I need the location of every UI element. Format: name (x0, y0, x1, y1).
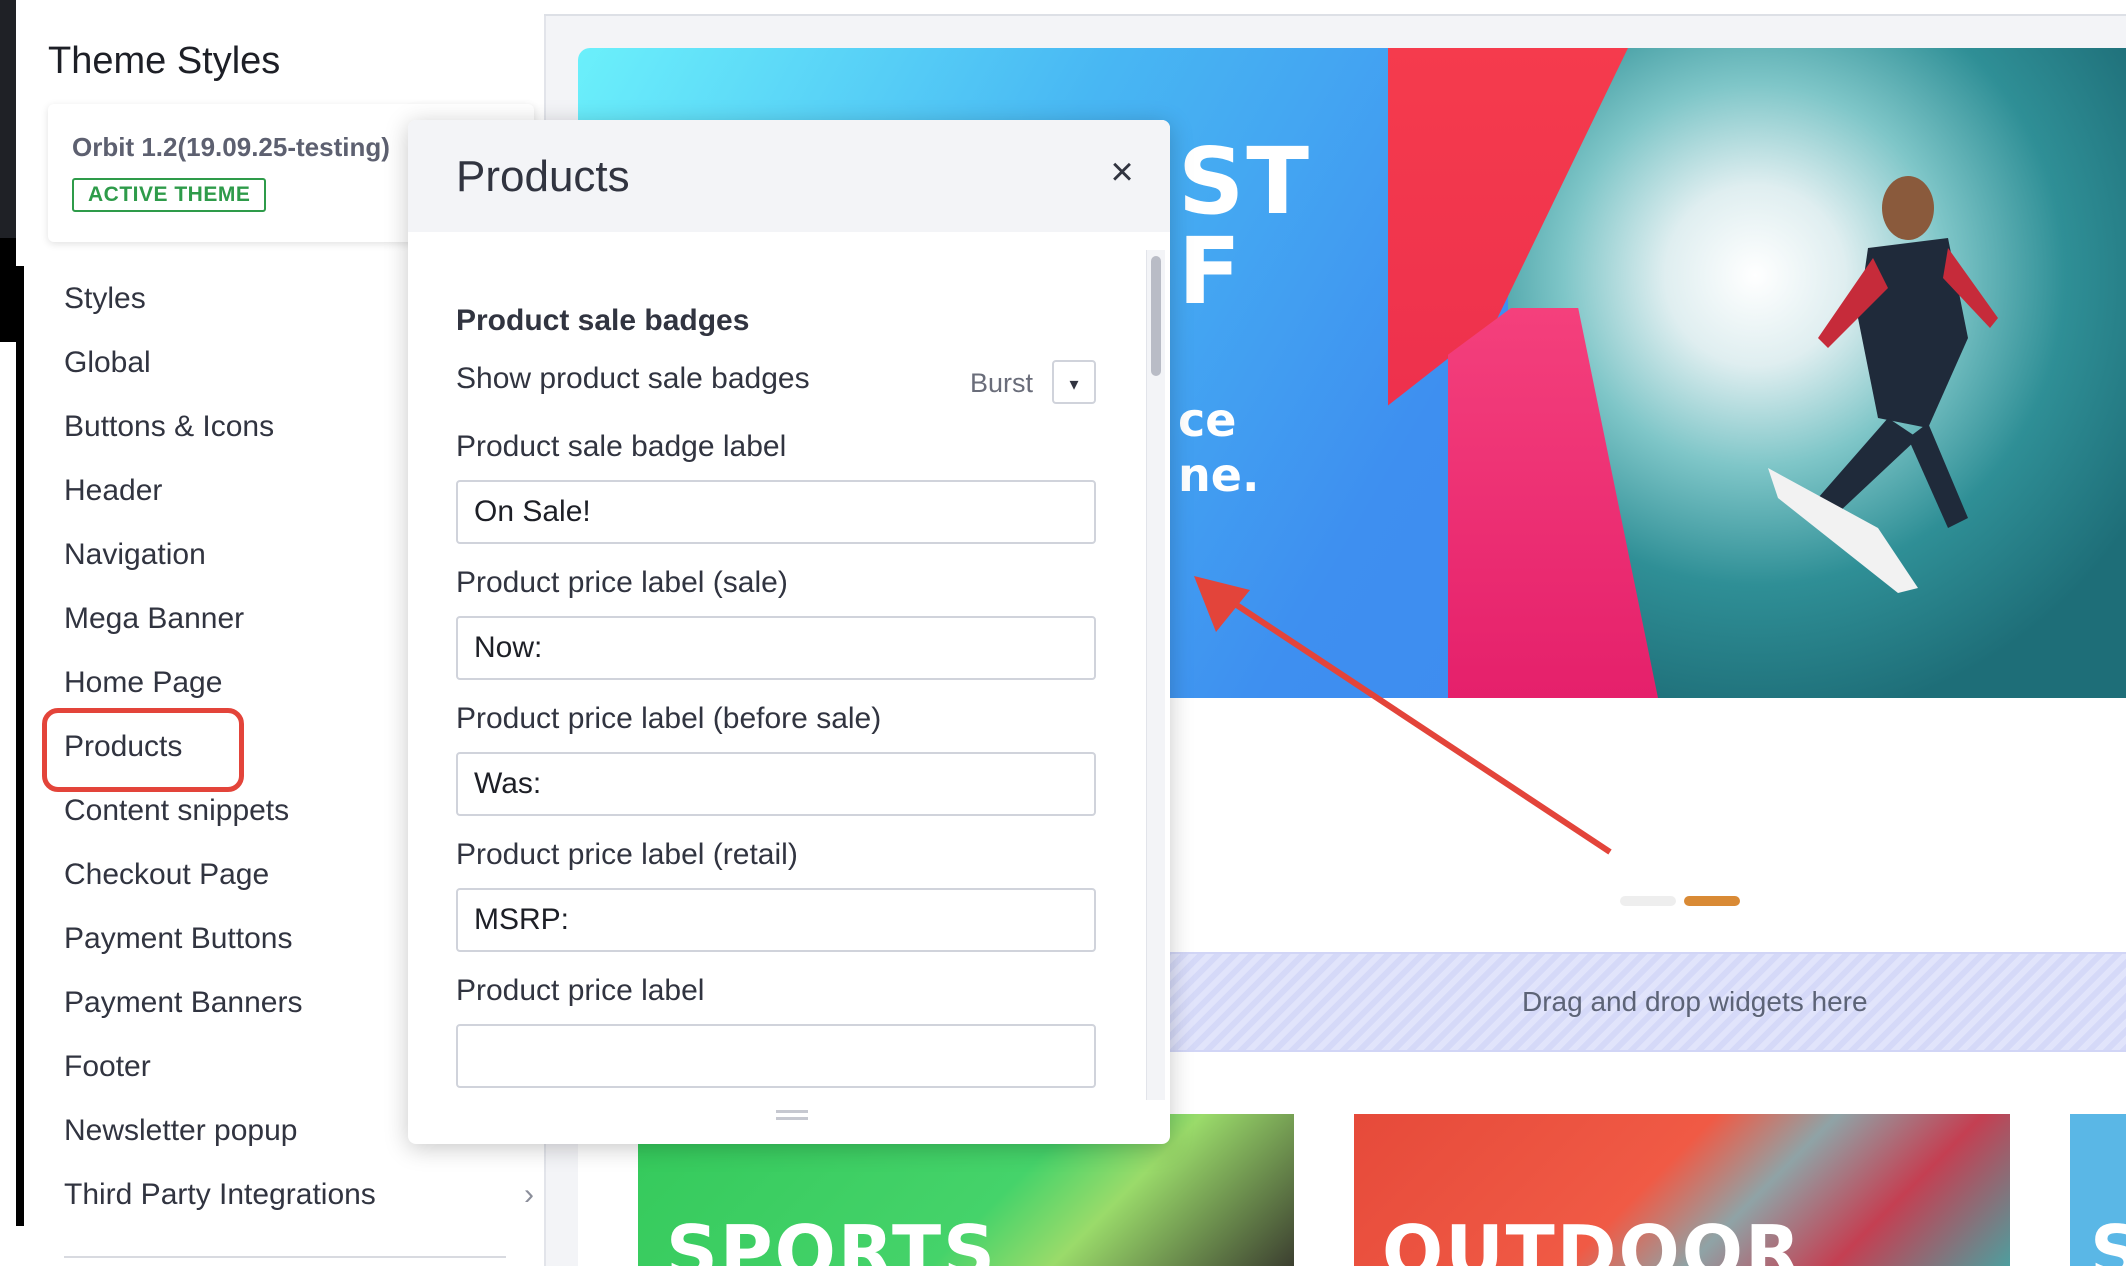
field-label: Product price label (before sale) (456, 702, 882, 735)
theme-name: Orbit 1.2(19.09.25-testing) (72, 132, 390, 162)
chevron-right-icon: › (524, 1178, 534, 1211)
chevron-down-icon[interactable]: ▾ (1052, 360, 1096, 404)
field-label: Product sale badge label (456, 430, 787, 463)
modal-header: Products × (408, 120, 1170, 232)
resize-handle-icon[interactable] (776, 1110, 808, 1120)
hero-text-line: F (1178, 218, 1241, 325)
carousel-dot[interactable] (1620, 896, 1676, 906)
canvas-top-bar (544, 0, 2126, 16)
price-label-sale-input[interactable]: Now: (456, 616, 1096, 680)
field-label: Product price label (sale) (456, 566, 788, 599)
products-settings-modal: Products × Product sale badges Show prod… (408, 120, 1170, 1144)
badge-style-value: Burst (970, 368, 1034, 398)
price-label-input[interactable] (456, 1024, 1096, 1088)
scrollbar-thumb[interactable] (1151, 256, 1161, 376)
left-edge-dark (16, 266, 24, 1226)
left-edge-dark (0, 238, 16, 342)
field-label: Product price label (retail) (456, 838, 798, 871)
hero-text-line: ne. (1178, 448, 1260, 502)
tile-label: OUTDOOR (1382, 1210, 1803, 1266)
sidebar-divider (64, 1256, 506, 1258)
section-title: Product sale badges (456, 304, 750, 337)
sidebar-item-label: Third Party Integrations (64, 1178, 376, 1211)
sidebar-item-third-party-integrations[interactable]: Third Party Integrations › (64, 1168, 534, 1232)
modal-scrollbar[interactable] (1146, 250, 1165, 1100)
price-label-retail-input[interactable]: MSRP: (456, 888, 1096, 952)
tile-label: SPORTS (666, 1210, 998, 1266)
tile-label: S (2090, 1210, 2126, 1266)
close-icon[interactable]: × (1098, 148, 1146, 196)
annotation-arrow (1194, 576, 1612, 855)
left-edge-strip (0, 0, 24, 1266)
category-tile-outdoor[interactable]: OUTDOOR (1354, 1114, 2010, 1266)
category-tile-partial[interactable]: S (2070, 1114, 2126, 1266)
show-badges-label: Show product sale badges (456, 362, 810, 395)
sale-badge-label-input[interactable]: On Sale! (456, 480, 1096, 544)
active-theme-badge: ACTIVE THEME (72, 178, 267, 212)
dropzone-label: Drag and drop widgets here (1522, 986, 1868, 1017)
left-edge-dark (0, 0, 16, 238)
sidebar-title: Theme Styles (48, 40, 281, 82)
surfer-image (1768, 176, 1998, 593)
field-label: Product price label (456, 974, 705, 1007)
price-label-before-sale-input[interactable]: Was: (456, 752, 1096, 816)
modal-title: Products (456, 152, 630, 201)
carousel-dot-active[interactable] (1684, 896, 1740, 906)
hero-text-line: ce (1178, 393, 1237, 447)
products-highlight-annotation (42, 708, 244, 792)
